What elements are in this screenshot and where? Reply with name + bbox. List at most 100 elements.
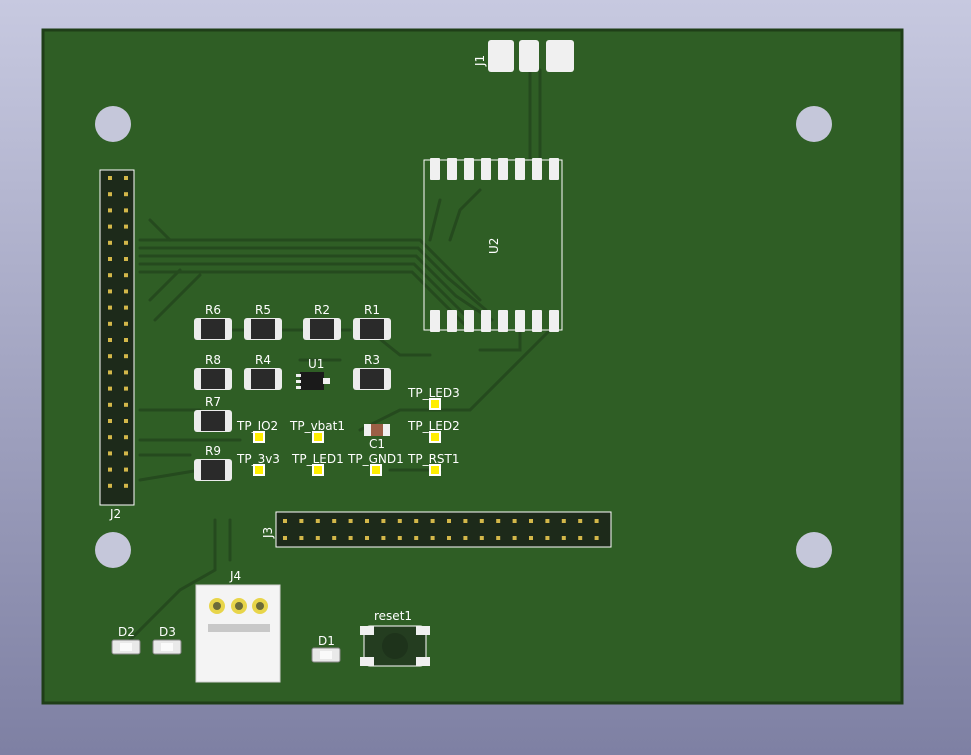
j3-pin (332, 536, 337, 540)
j3-pin (447, 519, 451, 523)
u2-pin (447, 158, 457, 180)
u2-pin (481, 158, 491, 180)
u2-pin (532, 158, 542, 180)
j3-pin (365, 536, 369, 540)
j2-pin (108, 305, 112, 310)
j2-pin (124, 224, 128, 229)
j2-pin (124, 354, 128, 359)
u2-pin (430, 158, 440, 180)
label-u2: U2 (487, 238, 501, 254)
j3-pin (512, 536, 517, 540)
j2-pin (124, 321, 128, 326)
j3-pin (381, 519, 386, 523)
mounting-hole-bottom-right (796, 532, 832, 568)
label-r5: R5 (255, 303, 271, 317)
label-tp-gnd1: TP_GND1 (347, 452, 404, 466)
pin-header-j3: J3 (261, 511, 612, 548)
label-r1: R1 (364, 303, 380, 317)
pin-header-j2: J2 (99, 169, 135, 521)
u2-pin (481, 310, 491, 332)
j3-pin (299, 536, 304, 540)
u2-pin (515, 310, 525, 332)
j3-pin (594, 536, 599, 540)
j3-pin (332, 519, 337, 523)
label-d2: D2 (118, 625, 135, 639)
j3-pin (594, 519, 599, 523)
j2-pin (124, 338, 128, 342)
pcb-3d-viewport[interactable]: J1 U2 J2 J3 R6 R5 R2 R1 R8 R4 R3 R7 R9 U1 C1 TP_… (0, 0, 971, 755)
j3-pin (578, 536, 583, 540)
j2-pin (108, 176, 112, 180)
mounting-hole-top-right (796, 106, 832, 142)
j3-pin (561, 519, 566, 523)
j2-pin (124, 273, 128, 278)
j2-pin (124, 419, 128, 423)
j2-pin (124, 483, 128, 488)
label-d1: D1 (318, 634, 335, 648)
label-j4: J4 (229, 569, 241, 583)
j2-pin (108, 435, 112, 440)
u2-pin (532, 310, 542, 332)
j2-pin (108, 402, 112, 407)
j2-pin (124, 208, 128, 213)
j3-pin (479, 536, 484, 540)
label-tp-3v3: TP_3v3 (236, 452, 280, 466)
j3-pin (348, 536, 353, 540)
j2-pin (108, 321, 112, 326)
j2-pin (108, 451, 112, 456)
j2-pin (108, 257, 112, 261)
j3-pin (397, 536, 402, 540)
j3-pin (414, 536, 419, 540)
j3-pin (479, 519, 484, 523)
u2-pin (549, 310, 559, 332)
u2-pin (498, 310, 508, 332)
j2-pin (108, 354, 112, 359)
j2-pin (108, 338, 112, 342)
u2-pin (464, 158, 474, 180)
label-j3: J3 (261, 527, 275, 539)
j2-pin (108, 370, 112, 375)
u2-pin (498, 158, 508, 180)
j2-pin (108, 240, 112, 245)
label-tp-rst1: TP_RST1 (407, 452, 460, 466)
j3-pin (430, 519, 435, 523)
j2-pin (108, 419, 112, 423)
j3-pin (299, 519, 304, 523)
mounting-hole-bottom-left (95, 532, 131, 568)
j2-pin (108, 386, 112, 391)
j2-pin (124, 192, 128, 197)
j2-pin (124, 240, 128, 245)
label-r7: R7 (205, 395, 221, 409)
label-c1: C1 (369, 437, 385, 451)
j3-pin (529, 536, 533, 540)
label-r2: R2 (314, 303, 330, 317)
label-tp-led2: TP_LED2 (407, 419, 460, 433)
j3-pin (496, 536, 501, 540)
label-j1: J1 (473, 55, 487, 67)
u2-pin (447, 310, 457, 332)
label-j2: J2 (109, 507, 121, 521)
connector-j4: J4 (195, 569, 281, 683)
j2-pin (124, 305, 128, 310)
j2-pin (124, 386, 128, 391)
label-tp-vbat1: TP_vbat1 (289, 419, 345, 433)
u2-pin (549, 158, 559, 180)
label-u1: U1 (308, 357, 324, 371)
j2-pin (124, 176, 128, 180)
j2-pin (108, 208, 112, 213)
u2-pin (515, 158, 525, 180)
label-r9: R9 (205, 444, 221, 458)
j3-pin (348, 519, 353, 523)
j2-pin (108, 483, 112, 488)
label-tp-io2: TP_IO2 (236, 419, 278, 433)
j2-pin (124, 451, 128, 456)
label-reset1: reset1 (374, 609, 412, 623)
j3-pin (447, 536, 451, 540)
j3-pin (561, 536, 566, 540)
j3-pin (529, 519, 533, 523)
j2-pin (124, 289, 128, 294)
j2-pin (124, 435, 128, 440)
label-tp-led1: TP_LED1 (291, 452, 344, 466)
j2-pin (108, 467, 112, 472)
j3-pin (430, 536, 435, 540)
